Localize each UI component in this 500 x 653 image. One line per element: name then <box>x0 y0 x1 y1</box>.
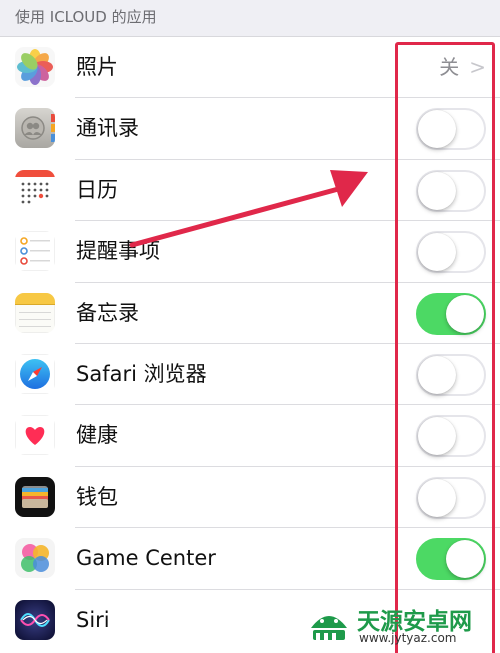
list-item-safari[interactable]: Safari 浏览器 <box>0 343 500 406</box>
notes-toggle[interactable] <box>416 292 486 335</box>
game-center-icon <box>15 538 55 579</box>
list-item-photos[interactable]: 照片 关 > <box>0 37 500 99</box>
item-label: 健康 <box>76 423 118 448</box>
android-logo-icon <box>311 616 347 643</box>
game-center-toggle[interactable] <box>416 538 486 581</box>
health-toggle[interactable] <box>416 415 486 458</box>
list-item-game-center[interactable]: Game Center <box>0 528 500 590</box>
item-label: 日历 <box>76 177 118 202</box>
wallet-toggle[interactable] <box>416 476 486 519</box>
toggle-knob <box>418 417 456 456</box>
section-header: 使用 ICLOUD 的应用 <box>0 0 500 37</box>
item-label: 照片 <box>76 55 118 79</box>
calendar-toggle[interactable] <box>416 169 486 212</box>
list-item-contacts[interactable]: 通讯录 <box>0 98 500 160</box>
toggle-knob <box>418 355 456 394</box>
reminders-toggle[interactable] <box>416 231 486 274</box>
health-icon <box>15 415 55 456</box>
photos-icon <box>15 47 55 87</box>
item-label: 钱包 <box>76 484 118 509</box>
toggle-knob <box>418 478 456 517</box>
toggle-knob <box>418 233 456 272</box>
toggle-knob <box>446 294 484 333</box>
toggle-knob <box>418 171 456 210</box>
siri-icon <box>15 599 55 640</box>
photos-status-value: 关 <box>439 55 460 79</box>
safari-icon <box>15 353 55 394</box>
icloud-apps-list: 照片 关 > 通讯录 日历 提醒事项 备忘录 Safari 浏览器 健康 钱包 … <box>0 37 500 651</box>
list-item-calendar[interactable]: 日历 <box>0 159 500 222</box>
reminders-icon <box>15 231 55 272</box>
list-item-health[interactable]: 健康 <box>0 405 500 467</box>
item-label: Safari 浏览器 <box>76 361 207 386</box>
toggle-knob <box>446 540 484 579</box>
list-item-notes[interactable]: 备忘录 <box>0 282 500 344</box>
toggle-knob <box>418 110 456 149</box>
item-label: 通讯录 <box>76 116 139 141</box>
item-label: Game Center <box>76 546 216 571</box>
watermark: 天源安卓网 www.jytyaz.com <box>305 600 500 650</box>
item-label: 提醒事项 <box>76 239 160 264</box>
contacts-icon <box>15 108 55 149</box>
list-item-reminders[interactable]: 提醒事项 <box>0 221 500 283</box>
photos-status[interactable]: 关 > <box>439 37 486 98</box>
notes-icon <box>15 292 55 333</box>
calendar-icon <box>15 169 55 210</box>
item-label: 备忘录 <box>76 300 139 325</box>
watermark-url: www.jytyaz.com <box>359 631 457 645</box>
chevron-right-icon: > <box>469 55 486 79</box>
wallet-icon <box>15 476 55 517</box>
list-item-wallet[interactable]: 钱包 <box>0 466 500 529</box>
item-label: Siri <box>76 607 110 632</box>
contacts-toggle[interactable] <box>416 108 486 151</box>
safari-toggle[interactable] <box>416 353 486 396</box>
